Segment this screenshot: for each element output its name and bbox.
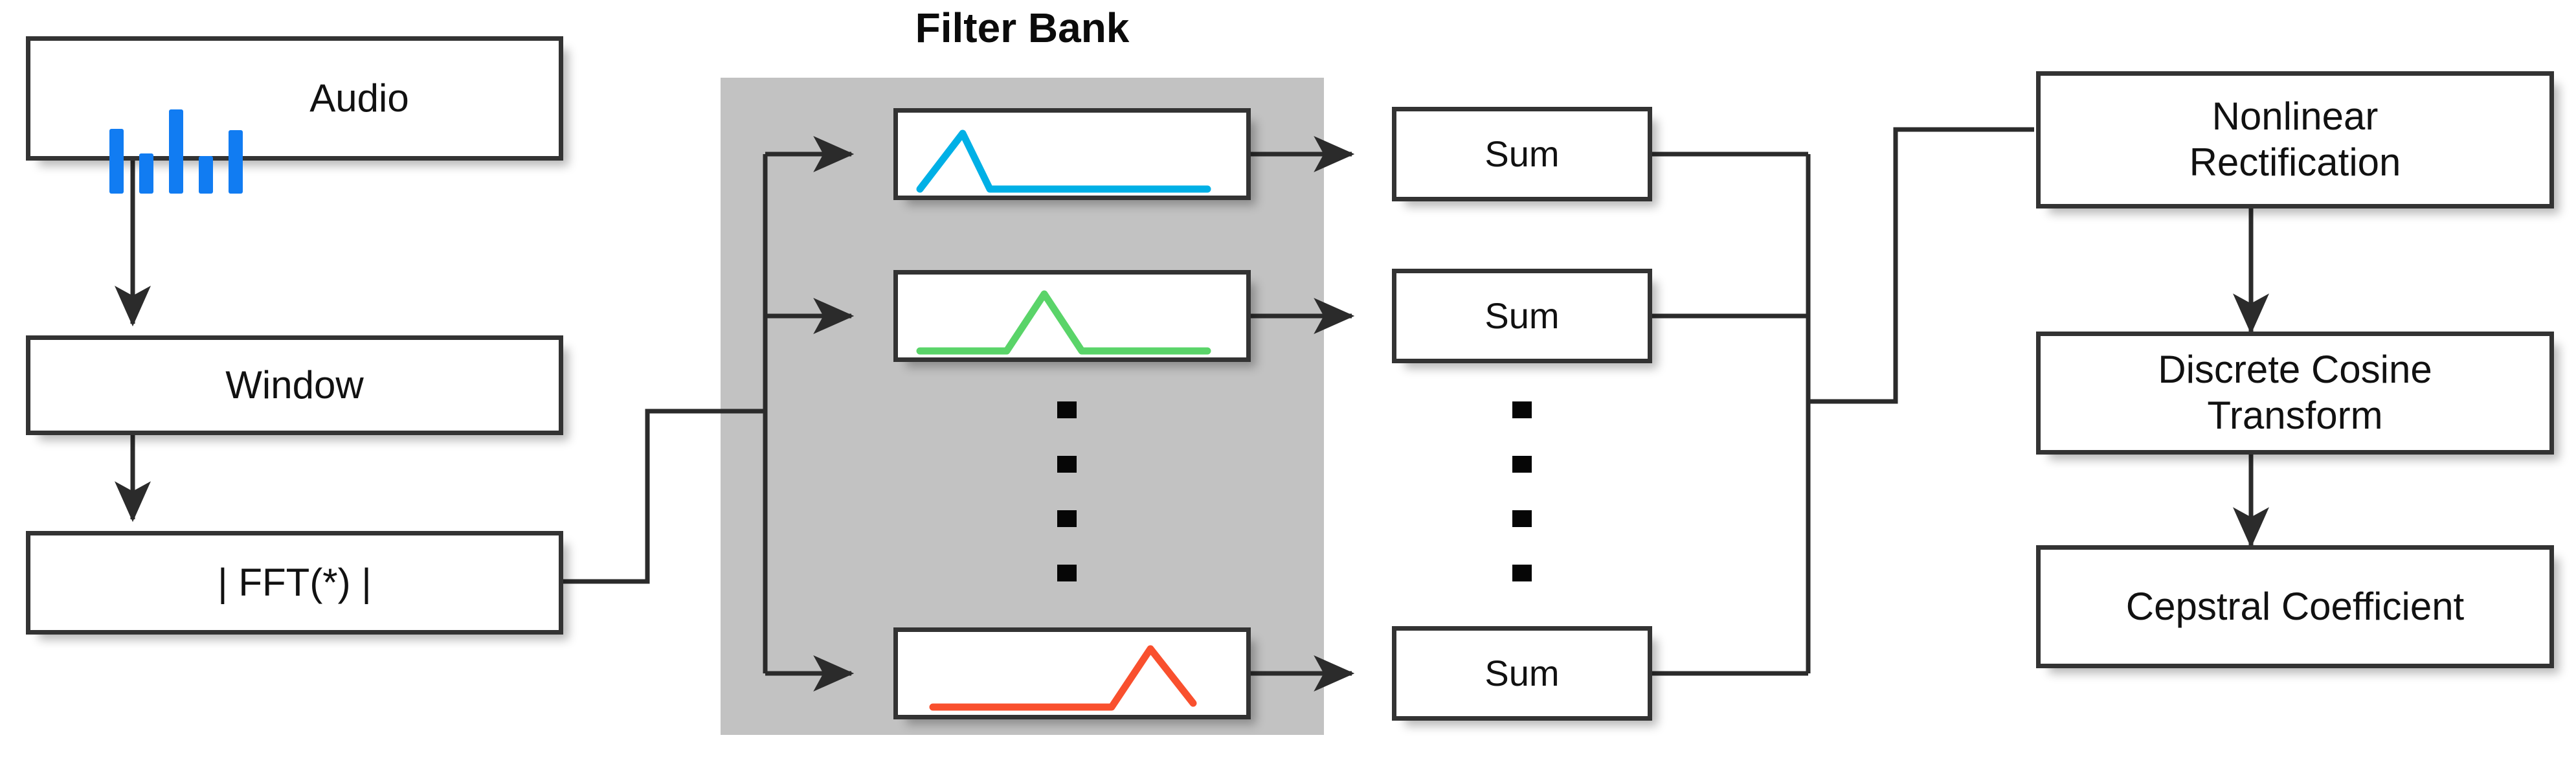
node-window-label: Window bbox=[225, 363, 364, 407]
sum-column-ellipsis bbox=[1512, 401, 1532, 581]
node-audio-label: Audio bbox=[309, 76, 409, 120]
triangular-filter-curve-right-icon bbox=[929, 645, 1197, 711]
triangular-filter-curve-left-icon bbox=[916, 130, 1211, 193]
node-sum-1[interactable]: Sum bbox=[1392, 107, 1652, 201]
node-fft-label: | FFT(*) | bbox=[218, 560, 372, 604]
filter-bank-ellipsis bbox=[1057, 401, 1077, 581]
node-nonlinear-rectification[interactable]: Nonlinear Rectification bbox=[2036, 71, 2554, 208]
node-sum-1-label: Sum bbox=[1484, 133, 1560, 174]
node-audio[interactable]: Audio bbox=[26, 36, 563, 194]
node-sum-3[interactable]: Sum bbox=[1392, 626, 1652, 721]
filter-box-3[interactable] bbox=[893, 627, 1251, 719]
filter-bank-title: Filter Bank bbox=[915, 5, 1130, 51]
filter-box-1[interactable] bbox=[893, 108, 1251, 200]
node-sum-2-label: Sum bbox=[1484, 295, 1560, 336]
filter-box-2[interactable] bbox=[893, 270, 1251, 362]
node-cepstral-coefficient[interactable]: Cepstral Coefficient bbox=[2036, 545, 2554, 668]
node-sum-3-label: Sum bbox=[1484, 652, 1560, 693]
triangular-filter-curve-center-icon bbox=[916, 290, 1211, 355]
audio-waveform-icon bbox=[109, 109, 252, 194]
node-sum-2[interactable]: Sum bbox=[1392, 269, 1652, 363]
node-discrete-cosine-transform-label: Discrete Cosine Transform bbox=[2158, 348, 2432, 437]
node-fft[interactable]: | FFT(*) | bbox=[26, 531, 563, 635]
diagram-canvas: Filter Bank Audio Window | FFT(*) | Sum … bbox=[0, 0, 2576, 777]
node-cepstral-coefficient-label: Cepstral Coefficient bbox=[2125, 584, 2465, 628]
node-nonlinear-rectification-label: Nonlinear Rectification bbox=[2189, 95, 2401, 184]
node-discrete-cosine-transform[interactable]: Discrete Cosine Transform bbox=[2036, 332, 2554, 455]
node-window[interactable]: Window bbox=[26, 335, 563, 435]
